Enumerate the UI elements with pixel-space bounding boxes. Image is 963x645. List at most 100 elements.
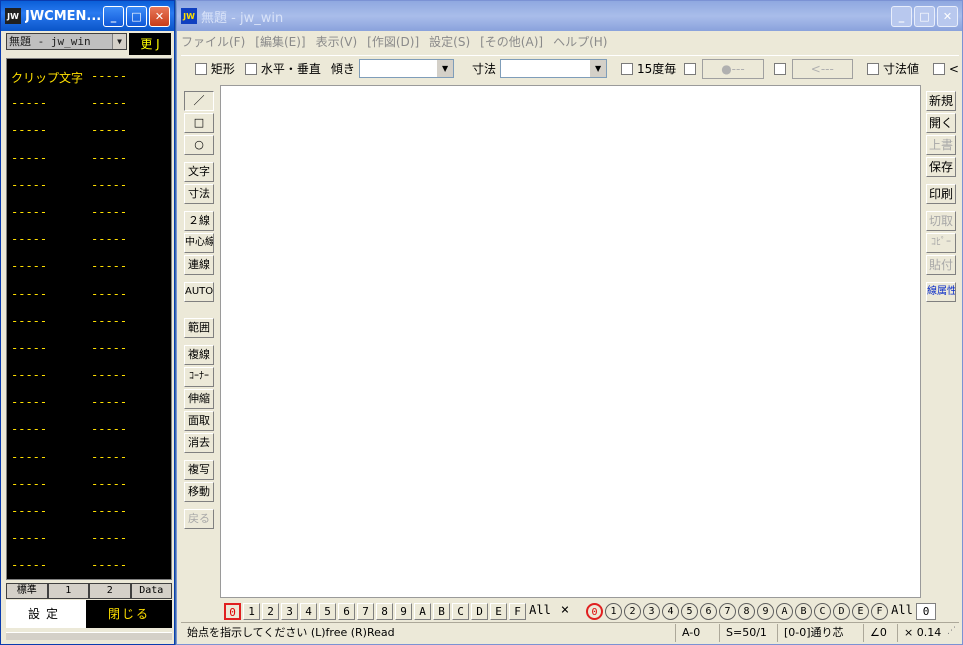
resize-grip-icon[interactable]: ⋰ [947, 626, 959, 640]
update-button[interactable]: 更 J [129, 33, 171, 55]
clip-cell[interactable]: ----- [11, 178, 91, 205]
layer-group-cross-button[interactable]: × [554, 602, 576, 620]
jwcmenu-app-icon[interactable]: JW [5, 8, 21, 24]
clip-cell[interactable]: ----- [11, 368, 91, 395]
layer-button[interactable]: 6 [700, 602, 717, 620]
dot-checkbox[interactable] [684, 62, 697, 75]
clip-cell[interactable]: ----- [91, 558, 171, 585]
layer-button[interactable]: 8 [738, 602, 755, 620]
clip-row[interactable]: ----- ----- [7, 123, 171, 150]
layer-group-button[interactable]: 3 [281, 602, 298, 620]
layer-group-button[interactable]: 9 [395, 602, 412, 620]
clip-cell[interactable]: クリップ文字 [11, 69, 91, 96]
line-attribute-button[interactable]: 線属性 [926, 282, 956, 302]
chevron-down-icon[interactable]: ▼ [437, 60, 454, 77]
clip-row[interactable]: ----- ----- [7, 368, 171, 395]
tab-data[interactable]: Data [130, 583, 172, 599]
clip-row[interactable]: ----- ----- [7, 477, 171, 504]
print-button[interactable]: 印刷 [926, 184, 956, 204]
clip-cell[interactable]: ----- [11, 558, 91, 585]
layer-group-button[interactable]: 8 [376, 602, 393, 620]
clip-cell[interactable]: ----- [91, 531, 171, 558]
jwwin-app-icon[interactable]: JW [181, 8, 197, 24]
clip-row[interactable]: ----- ----- [7, 504, 171, 531]
layer-group-button[interactable]: A [414, 602, 431, 620]
status-zoom[interactable]: × 0.14 [897, 623, 947, 642]
continuous-line-tool[interactable]: 連線 [184, 255, 214, 275]
open-button[interactable]: 開く [926, 113, 956, 133]
clip-cell[interactable]: ----- [91, 69, 171, 96]
menu-settings[interactable]: 設定(S) [429, 33, 470, 50]
clip-cell[interactable]: ----- [91, 504, 171, 531]
new-button[interactable]: 新規 [926, 91, 956, 111]
chevron-down-icon[interactable]: ▼ [590, 60, 607, 77]
jwcmenu-titlebar[interactable]: JW JWCMEN... _ □ ✕ [1, 1, 174, 31]
layer-group-all-button[interactable]: All [528, 603, 552, 620]
clip-cell[interactable]: ----- [11, 314, 91, 341]
layer-group-button[interactable]: 5 [319, 602, 336, 620]
status-scale[interactable]: S=50/1 [719, 623, 777, 642]
clip-cell[interactable]: ----- [11, 287, 91, 314]
resize-bar[interactable] [6, 632, 172, 640]
menu-file[interactable]: ファイル(F) [181, 33, 245, 50]
clip-cell[interactable]: ----- [11, 450, 91, 477]
tab-2[interactable]: 2 [89, 583, 131, 599]
clip-row[interactable]: ----- ----- [7, 395, 171, 422]
layer-button[interactable]: 7 [719, 602, 736, 620]
close-button[interactable]: 閉じる [86, 600, 172, 628]
layer-group-button[interactable]: C [452, 602, 469, 620]
maximize-icon[interactable]: □ [914, 5, 935, 27]
erase-tool[interactable]: 消去 [184, 433, 214, 453]
clip-cell[interactable]: ----- [11, 531, 91, 558]
current-layer-indicator[interactable]: 0 [916, 602, 936, 620]
clip-cell[interactable]: ----- [11, 151, 91, 178]
clip-cell[interactable]: ----- [91, 450, 171, 477]
clip-cell[interactable]: ----- [11, 341, 91, 368]
dim-combo[interactable]: ▼ [500, 59, 608, 78]
menu-view[interactable]: 表示(V) [316, 33, 358, 50]
clip-row[interactable]: ----- ----- [7, 531, 171, 558]
auto-tool[interactable]: AUTO [184, 282, 214, 302]
file-select[interactable]: 無題 - jw_win ▼ [6, 33, 127, 50]
clip-cell[interactable]: ----- [11, 205, 91, 232]
layer-button[interactable]: E [852, 602, 869, 620]
clip-row[interactable]: ----- ----- [7, 232, 171, 259]
extend-tool[interactable]: 伸縮 [184, 389, 214, 409]
layer-group-button[interactable]: D [471, 602, 488, 620]
slope-combo[interactable]: ▼ [358, 59, 455, 78]
clip-row[interactable]: クリップ文字 ----- [7, 69, 171, 96]
menu-edit[interactable]: [編集(E)] [255, 33, 305, 50]
clip-row[interactable]: ----- ----- [7, 287, 171, 314]
clip-row[interactable]: ----- ----- [7, 259, 171, 286]
clip-cell[interactable]: ----- [11, 477, 91, 504]
circle-tool[interactable]: ○ [184, 135, 214, 155]
clip-row[interactable]: ----- ----- [7, 314, 171, 341]
clip-row[interactable]: ----- ----- [7, 558, 171, 585]
cut-button[interactable]: 切取 [926, 211, 956, 231]
layer-button[interactable]: D [833, 602, 850, 620]
clip-cell[interactable]: ----- [91, 178, 171, 205]
close-icon[interactable]: ✕ [149, 5, 170, 27]
layer-group-button[interactable]: 0 [224, 602, 241, 620]
layer-group-button[interactable]: 4 [300, 602, 317, 620]
tab-1[interactable]: 1 [47, 583, 89, 599]
dimval-checkbox[interactable] [867, 62, 879, 75]
line-tool[interactable]: ／ [184, 91, 214, 111]
menu-draw[interactable]: [作図(D)] [367, 33, 419, 50]
clip-cell[interactable]: ----- [91, 287, 171, 314]
parallel-line-tool[interactable]: 複線 [184, 345, 214, 365]
double-line-tool[interactable]: ２線 [184, 211, 214, 231]
clip-cell[interactable]: ----- [91, 341, 171, 368]
layer-button[interactable]: 5 [681, 602, 698, 620]
layer-button[interactable]: B [795, 602, 812, 620]
rect-checkbox[interactable] [195, 62, 207, 75]
minimize-icon[interactable]: _ [891, 5, 912, 27]
last-checkbox[interactable] [932, 62, 945, 75]
menu-help[interactable]: ヘルプ(H) [553, 33, 607, 50]
maximize-icon[interactable]: □ [126, 5, 147, 27]
clip-cell[interactable]: ----- [91, 205, 171, 232]
clip-cell[interactable]: ----- [91, 395, 171, 422]
layer-all-button[interactable]: All [890, 603, 914, 620]
paste-button[interactable]: 貼付 [926, 255, 956, 275]
copy-tool[interactable]: 複写 [184, 460, 214, 480]
